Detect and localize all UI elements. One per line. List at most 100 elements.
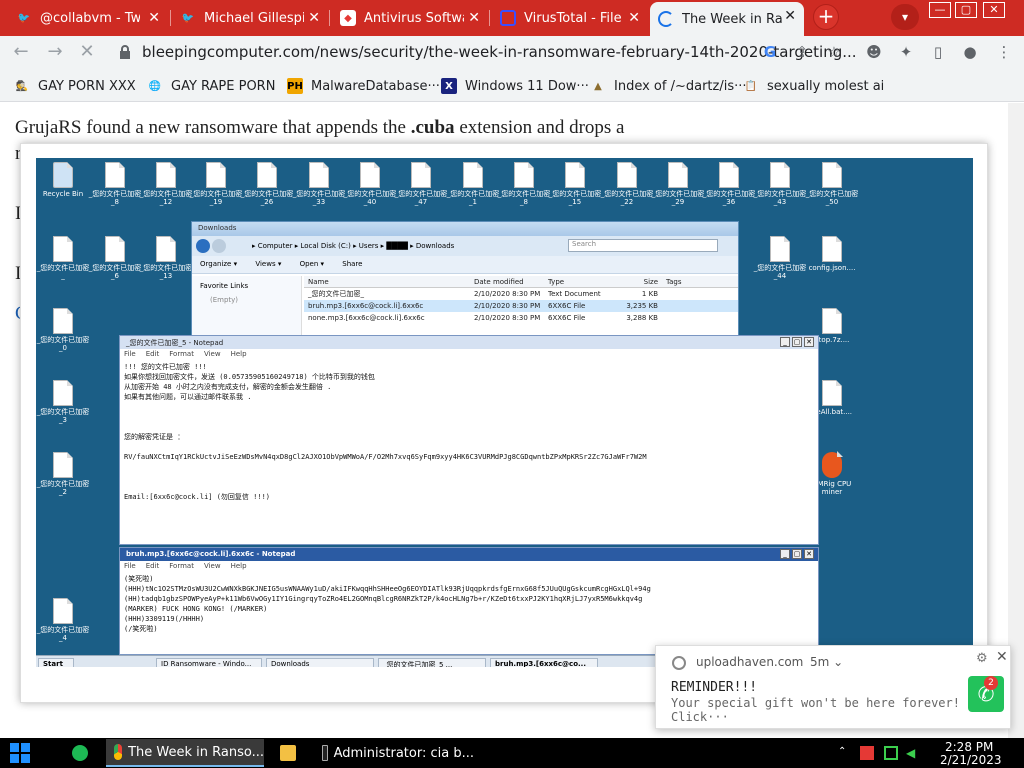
chrome-icon — [114, 744, 123, 760]
new-tab-button[interactable]: + — [813, 4, 839, 30]
encrypted-file-notepad: bruh.mp3.[6xx6c@cock.li].6xx6c - Notepad… — [119, 547, 819, 655]
close-icon[interactable]: ✕ — [996, 649, 1008, 665]
menu-icon[interactable]: ⋮ — [994, 42, 1014, 62]
taskbar-cmd[interactable]: Administrator: cia b... — [314, 739, 474, 767]
file-icon: _您的文件已加密_29 — [651, 162, 705, 206]
network-icon[interactable] — [884, 746, 898, 760]
vm-task: Downloads — [266, 658, 374, 667]
taskbar-chrome[interactable]: The Week in Ranso... — [106, 739, 264, 767]
file-icon: _您的文件已加密_13 — [139, 236, 193, 280]
file-icon: _您的文件已加密_26 — [240, 162, 294, 206]
forward-button[interactable]: → — [44, 41, 66, 63]
folder-icon — [280, 745, 296, 761]
screenshot-lightbox[interactable]: Recycle Bin _您的文件已加密_8 _您的文件已加密_12 _您的文件… — [20, 143, 988, 703]
site-icon — [672, 656, 686, 670]
bookmark-item[interactable]: ▲ Index of /~dartz/is··· — [590, 76, 747, 96]
bookmark-label: sexually molest ai — [767, 78, 885, 94]
avatar-extension-icon[interactable]: ☻ — [864, 42, 884, 62]
start-button[interactable] — [10, 743, 30, 763]
virustotal-icon — [500, 10, 516, 26]
chevron-up-icon[interactable]: ⌃ — [838, 746, 852, 760]
tab-antivirus[interactable]: ◆ Antivirus Softwa ✕ — [332, 4, 488, 32]
bookmark-label: GAY PORN XXX — [38, 78, 136, 94]
bookmark-item[interactable]: PH MalwareDatabase··· — [287, 76, 440, 96]
tab-collabvm[interactable]: 🐦 @collabvm - Twi ✕ — [8, 4, 168, 32]
explorer-title: Downloads — [192, 222, 738, 236]
spy-icon: 🕵 — [15, 80, 29, 92]
notification-toast[interactable]: uploadhaven.com 5m ⌄ ⚙ ✕ REMINDER!!! You… — [655, 645, 1011, 729]
close-icon[interactable]: ✕ — [784, 8, 796, 24]
tab-title: @collabvm - Twi — [40, 10, 140, 26]
back-button[interactable]: ← — [10, 41, 32, 63]
profile-icon[interactable]: ● — [960, 42, 980, 62]
ph-icon: PH — [287, 78, 303, 94]
close-icon[interactable]: ✕ — [308, 10, 320, 26]
notification-badge: 2 — [984, 676, 998, 690]
bookmark-label: MalwareDatabase··· — [311, 78, 440, 94]
volume-icon[interactable]: ◀ — [906, 746, 920, 760]
bookmark-star-icon[interactable]: ☆ — [824, 42, 844, 62]
taskbar-explorer[interactable] — [272, 739, 306, 767]
file-icon: _您的文件已加密_40 — [343, 162, 397, 206]
bookmarks-bar: 🕵 GAY PORN XXX 🌐 GAY RAPE PORN PH Malwar… — [0, 68, 1024, 102]
toolbar: ← → ✕ bleepingcomputer.com/news/security… — [0, 36, 1024, 68]
vm-task: _您的文件已加密_5 ... — [378, 658, 486, 667]
taskbar-label: Administrator: cia b... — [333, 745, 474, 761]
clock-time[interactable]: 2:28 PM — [945, 740, 993, 754]
gear-icon[interactable]: ⚙ — [976, 651, 988, 666]
tab-search-button[interactable]: ▾ — [891, 4, 919, 30]
side-panel-icon[interactable]: ▯ — [928, 42, 948, 62]
bookmark-label: Index of /~dartz/is··· — [614, 78, 747, 94]
clock-date[interactable]: 2/21/2023 — [940, 753, 1002, 767]
file-icon: _您的文件已加密_44 — [753, 236, 807, 280]
file-icon: _您的文件已加密_19 — [189, 162, 243, 206]
bookmark-label: GAY RAPE PORN — [171, 78, 276, 94]
explorer-window: Downloads ▸ Computer ▸ Local Disk (C:) ▸… — [191, 221, 739, 342]
close-window-button[interactable]: ✕ — [983, 2, 1005, 18]
file-icon: _您的文件已加密_0 — [36, 308, 90, 352]
file-icon: _您的文件已加密_6 — [88, 236, 142, 280]
maximize-button[interactable]: ▢ — [955, 2, 977, 18]
minimize-button[interactable]: — — [929, 2, 951, 18]
tab-michael-gillespie[interactable]: 🐦 Michael Gillespie ✕ — [172, 4, 328, 32]
explorer-nav-pane: Favorite Links (Empty) — [192, 276, 302, 342]
explorer-file-list: Name Date modified Type Size Tags _您的文件已… — [304, 276, 738, 324]
tab-title: VirusTotal - File — [524, 10, 622, 26]
file-icon: _您的文件已加密_36 — [702, 162, 756, 206]
vm-desktop-screenshot: Recycle Bin _您的文件已加密_8 _您的文件已加密_12 _您的文件… — [36, 158, 973, 667]
explorer-breadcrumb: ▸ Computer ▸ Local Disk (C:) ▸ Users ▸ █… — [252, 242, 455, 250]
extensions-icon[interactable]: ✦ — [896, 42, 916, 62]
google-icon[interactable]: G — [760, 42, 780, 62]
tab-week-in-ransomware[interactable]: The Week in Ran ✕ — [650, 2, 804, 36]
bookmark-label: Windows 11 Dow··· — [465, 78, 589, 94]
tab-virustotal[interactable]: VirusTotal - File ✕ — [492, 4, 648, 32]
file-icon: _您的文件已加密_4 — [36, 598, 90, 642]
toast-title: REMINDER!!! — [671, 680, 758, 695]
scrollbar[interactable] — [1008, 103, 1024, 738]
address-bar[interactable]: bleepingcomputer.com/news/security/the-w… — [108, 39, 857, 65]
close-icon[interactable]: ✕ — [628, 10, 640, 26]
bookmark-item[interactable]: X Windows 11 Dow··· — [441, 76, 589, 96]
spotify-icon[interactable] — [72, 745, 88, 761]
file-icon: _您的文件已加密_12 — [139, 162, 193, 206]
vm-task: ID Ransomware - Windo... — [156, 658, 262, 667]
close-icon[interactable]: ✕ — [148, 10, 160, 26]
tab-title: Antivirus Softwa — [364, 10, 464, 26]
bookmark-item[interactable]: 🕵 GAY PORN XXX — [14, 76, 136, 96]
toast-time: 5m ⌄ — [810, 655, 844, 669]
bookmark-item[interactable]: 🌐 GAY RAPE PORN — [147, 76, 276, 96]
ransom-note-text: !!! 您的文件已加密 !!! 如果你想找回加密文件，发送 (0.05735905… — [124, 363, 647, 501]
shield-icon: ◆ — [340, 10, 356, 26]
taskbar-label: The Week in Ranso... — [128, 744, 264, 760]
bookmark-item[interactable]: 📋 sexually molest ai — [743, 76, 885, 96]
share-icon[interactable]: ⇪ — [792, 42, 812, 62]
file-icon: _您的文件已加密_15 — [548, 162, 602, 206]
close-icon[interactable]: ✕ — [468, 10, 480, 26]
file-icon: _您的文件已加密_8 — [497, 162, 551, 206]
file-icon: _您的文件已加密_2 — [36, 452, 90, 496]
stop-loading-button[interactable]: ✕ — [76, 41, 98, 63]
explorer-address-bar: ▸ Computer ▸ Local Disk (C:) ▸ Users ▸ █… — [192, 236, 738, 256]
flag-icon[interactable] — [860, 746, 874, 760]
recycle-bin-icon: Recycle Bin — [36, 162, 90, 198]
clipboard-icon: 📋 — [744, 80, 758, 92]
